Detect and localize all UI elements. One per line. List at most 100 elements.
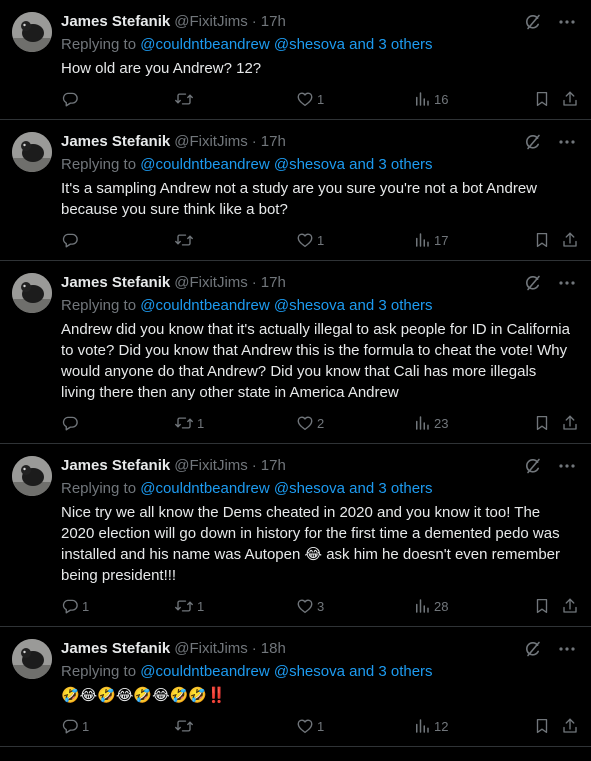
views-button[interactable]: 23 (413, 413, 448, 433)
reply-icon (62, 719, 78, 734)
action-bar: 1 1 12 (61, 710, 577, 746)
user-handle[interactable]: @FixitJims (174, 273, 248, 293)
separator-dot: · (251, 133, 257, 150)
like-button[interactable]: 1 (296, 716, 324, 736)
reply-icon (62, 599, 78, 614)
like-button[interactable]: 3 (296, 596, 324, 616)
reply-button[interactable] (61, 89, 82, 109)
more-icon[interactable] (557, 132, 577, 152)
others-link[interactable]: 3 others (378, 663, 432, 680)
share-button[interactable] (561, 716, 579, 736)
grok-icon[interactable] (523, 132, 543, 152)
tweet[interactable]: James Stefanik @FixitJims · 17h Replying… (0, 444, 591, 627)
others-link[interactable]: 3 others (378, 480, 432, 497)
reply-icon (62, 416, 78, 431)
others-link[interactable]: 3 others (378, 297, 432, 314)
share-button[interactable] (561, 230, 579, 250)
avatar[interactable] (12, 639, 52, 679)
retweet-button[interactable] (174, 230, 197, 250)
views-button[interactable]: 16 (413, 89, 448, 109)
views-button[interactable]: 17 (413, 230, 448, 250)
bookmark-button[interactable] (533, 596, 551, 616)
timestamp[interactable]: 17h (261, 456, 286, 476)
share-icon (563, 91, 577, 106)
display-name[interactable]: James Stefanik (61, 12, 170, 32)
display-name[interactable]: James Stefanik (61, 132, 170, 152)
more-icon[interactable] (557, 639, 577, 659)
share-icon (563, 598, 577, 613)
user-handle[interactable]: @FixitJims (174, 639, 248, 659)
user-handle[interactable]: @FixitJims (174, 12, 248, 32)
views-chart-icon (416, 599, 429, 613)
retweet-button[interactable]: 1 (174, 596, 204, 616)
reply-button[interactable] (61, 230, 82, 250)
retweet-button[interactable] (174, 89, 197, 109)
retweet-button[interactable]: 1 (174, 413, 204, 433)
like-button[interactable]: 1 (296, 89, 324, 109)
separator-dot: · (251, 640, 257, 657)
reply-button[interactable]: 1 (61, 596, 89, 616)
replying-and-label: and (349, 36, 375, 53)
tweet[interactable]: James Stefanik @FixitJims · 17h Replying… (0, 120, 591, 261)
mentioned-users-link[interactable]: @couldntbeandrew @shesova (140, 480, 345, 497)
more-icon[interactable] (557, 273, 577, 293)
views-chart-icon (416, 719, 429, 733)
views-button[interactable]: 28 (413, 596, 448, 616)
like-button[interactable]: 2 (296, 413, 324, 433)
timestamp[interactable]: 17h (261, 273, 286, 293)
reply-button[interactable]: 1 (61, 716, 89, 736)
timestamp[interactable]: 18h (261, 639, 286, 659)
display-name[interactable]: James Stefanik (61, 639, 170, 659)
more-icon[interactable] (557, 12, 577, 32)
timestamp[interactable]: 17h (261, 12, 286, 32)
views-count: 12 (434, 718, 449, 734)
replying-to-line: Replying to @couldntbeandrew @shesova an… (61, 296, 575, 316)
action-bar: 1 2 23 (61, 407, 577, 443)
bookmark-button[interactable] (533, 89, 551, 109)
share-button[interactable] (561, 89, 579, 109)
separator-dot: · (251, 274, 257, 291)
reply-button[interactable] (61, 413, 82, 433)
avatar[interactable] (12, 132, 52, 172)
avatar[interactable] (12, 12, 52, 52)
bookmark-button[interactable] (533, 413, 551, 433)
like-count: 1 (317, 718, 325, 734)
more-icon[interactable] (557, 456, 577, 476)
grok-icon[interactable] (523, 12, 543, 32)
mentioned-users-link[interactable]: @couldntbeandrew @shesova (140, 156, 345, 173)
views-count: 17 (434, 232, 449, 248)
action-bar: 1 17 (61, 224, 577, 260)
bookmark-button[interactable] (533, 716, 551, 736)
retweet-button[interactable] (174, 716, 197, 736)
user-handle[interactable]: @FixitJims (174, 132, 248, 152)
avatar[interactable] (12, 273, 52, 313)
reply-icon (62, 92, 78, 107)
views-chart-icon (416, 416, 429, 430)
grok-icon[interactable] (523, 273, 543, 293)
display-name[interactable]: James Stefanik (61, 273, 170, 293)
action-bar: 1 1 3 28 (61, 590, 577, 626)
views-chart-icon (416, 233, 429, 247)
share-button[interactable] (561, 413, 579, 433)
replying-to-line: Replying to @couldntbeandrew @shesova an… (61, 662, 575, 682)
tweet[interactable]: James Stefanik @FixitJims · 17h Replying… (0, 261, 591, 444)
views-button[interactable]: 12 (413, 716, 448, 736)
share-button[interactable] (561, 596, 579, 616)
grok-icon[interactable] (523, 456, 543, 476)
display-name[interactable]: James Stefanik (61, 456, 170, 476)
tweet[interactable]: James Stefanik @FixitJims · 17h Replying… (0, 0, 591, 120)
heart-icon (297, 599, 313, 614)
others-link[interactable]: 3 others (378, 156, 432, 173)
bookmark-button[interactable] (533, 230, 551, 250)
mentioned-users-link[interactable]: @couldntbeandrew @shesova (140, 663, 345, 680)
mentioned-users-link[interactable]: @couldntbeandrew @shesova (140, 297, 345, 314)
grok-icon[interactable] (523, 639, 543, 659)
timestamp[interactable]: 17h (261, 132, 286, 152)
like-button[interactable]: 1 (296, 230, 324, 250)
replying-to-label: Replying to (61, 36, 137, 53)
tweet[interactable]: James Stefanik @FixitJims · 18h Replying… (0, 627, 591, 747)
mentioned-users-link[interactable]: @couldntbeandrew @shesova (140, 36, 345, 53)
user-handle[interactable]: @FixitJims (174, 456, 248, 476)
others-link[interactable]: 3 others (378, 36, 432, 53)
avatar[interactable] (12, 456, 52, 496)
